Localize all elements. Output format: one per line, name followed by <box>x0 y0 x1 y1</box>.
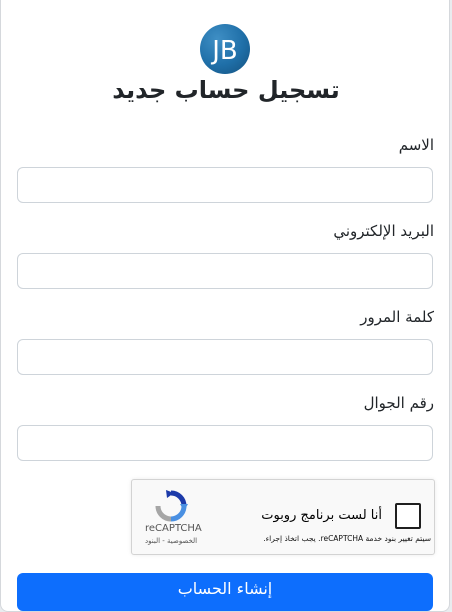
phone-label: رقم الجوال <box>363 394 434 412</box>
recaptcha-label: أنا لست برنامج روبوت <box>261 508 382 523</box>
recaptcha-links[interactable]: الخصوصية - البنود <box>145 537 197 545</box>
email-label: البريد الإلكتروني <box>333 222 434 240</box>
recaptcha-checkbox[interactable] <box>395 503 421 529</box>
name-label: الاسم <box>398 136 434 154</box>
password-input[interactable] <box>17 339 433 375</box>
jb-logo-icon: JB <box>210 36 238 66</box>
logo-text: JB <box>210 36 238 66</box>
recaptcha-terms: سيتم تغيير بنود خدمة reCAPTCHA. يجب اتخا… <box>263 534 431 543</box>
name-input[interactable] <box>17 167 433 203</box>
recaptcha-brand: reCAPTCHA <box>145 523 202 534</box>
recaptcha-widget: أنا لست برنامج روبوت سيتم تغيير بنود خدم… <box>131 479 435 555</box>
page-title: تسجيل حساب جديد <box>112 76 340 104</box>
jb-logo: JB <box>200 24 250 74</box>
recaptcha-logo-icon <box>155 490 188 522</box>
password-label: كلمة المرور <box>360 308 434 326</box>
email-input[interactable] <box>17 253 433 289</box>
create-account-button[interactable]: إنشاء الحساب <box>17 573 433 611</box>
phone-input[interactable] <box>17 425 433 461</box>
